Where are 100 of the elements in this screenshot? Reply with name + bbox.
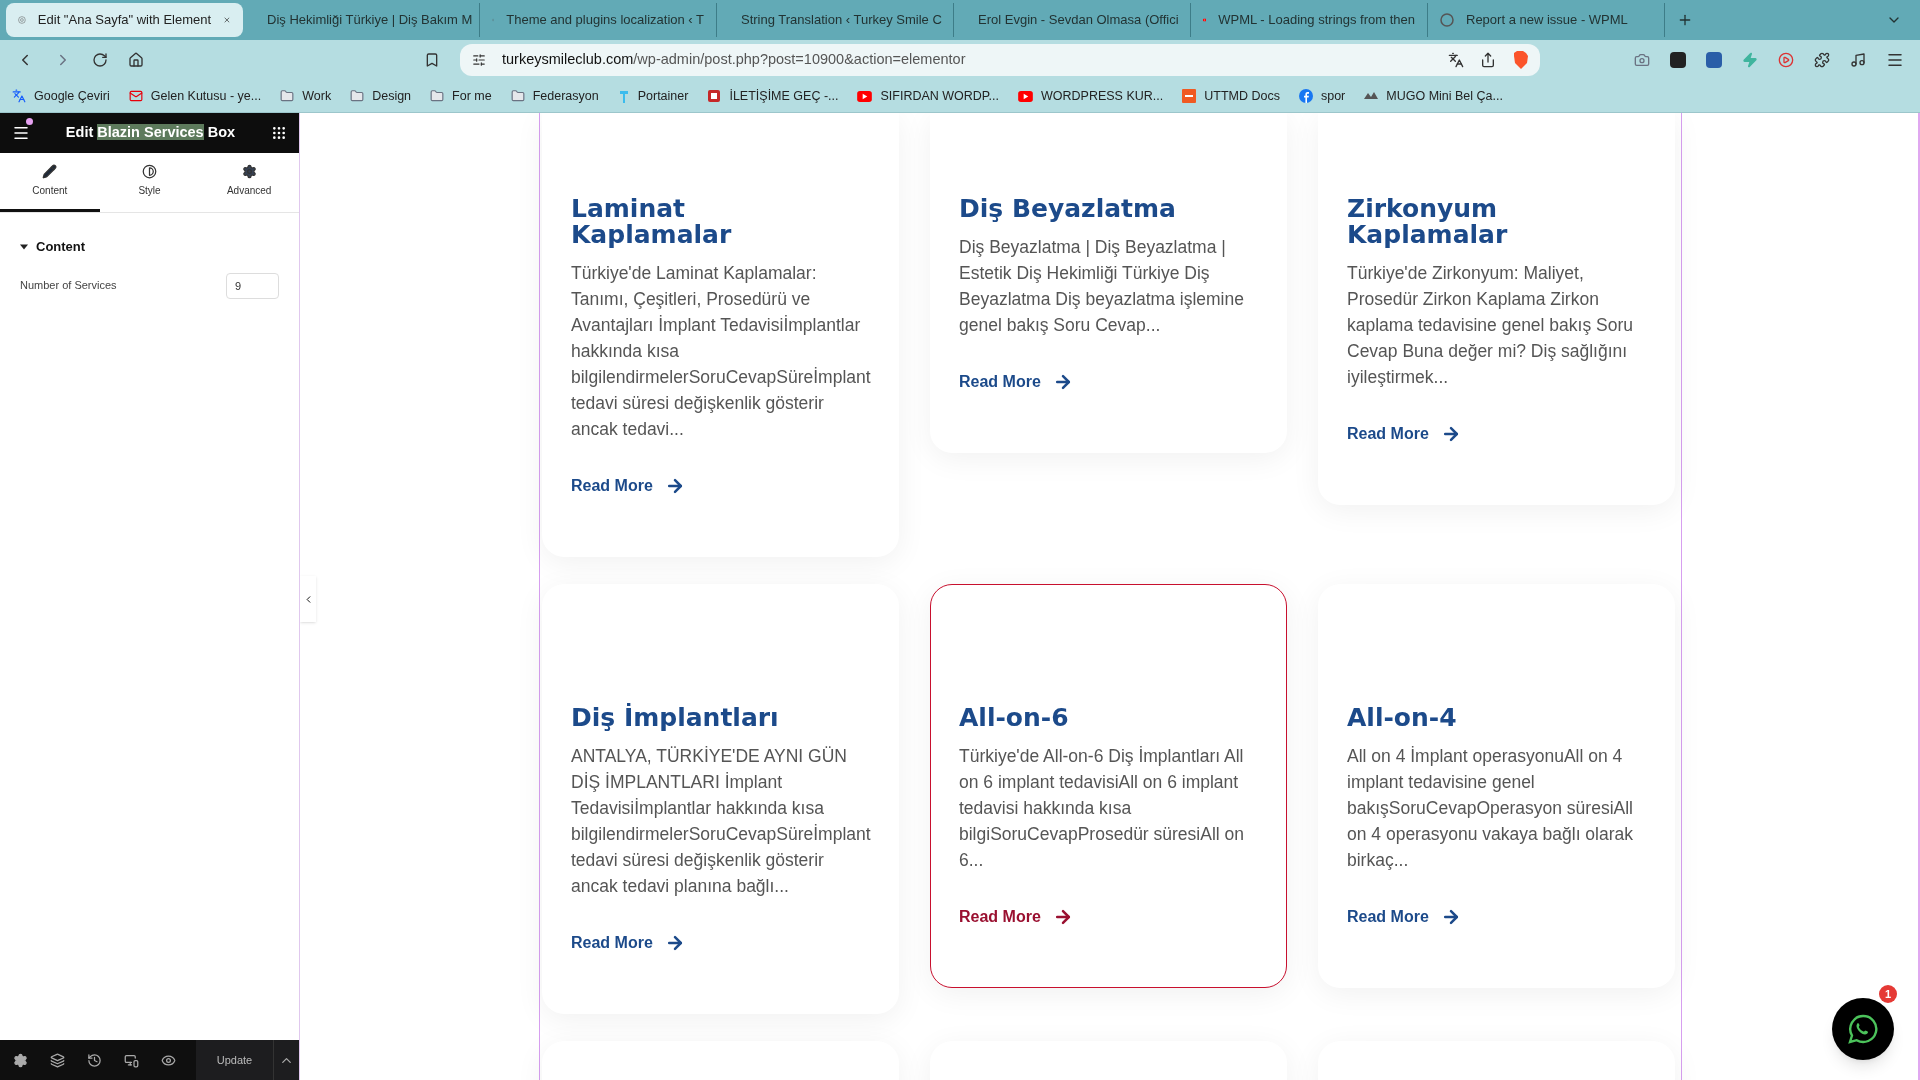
bookmark-icon[interactable] xyxy=(424,52,440,68)
card-description: Diş Beyazlatma | Diş Beyazlatma | Estetik Diş Hekimliği Türkiye Diş Beyazlatma Diş beyazlatma işlemine genel bakış Soru Cevap... xyxy=(959,236,1245,337)
bookmark-label: Google Çeviri xyxy=(34,87,110,105)
site-settings-icon[interactable] xyxy=(472,53,486,67)
folder-icon xyxy=(350,89,365,103)
home-icon[interactable] xyxy=(128,52,144,68)
mail-icon xyxy=(128,89,143,103)
play-icon[interactable] xyxy=(1778,52,1794,68)
document-icon xyxy=(1182,89,1197,103)
browser-tab[interactable]: Erol Evgin - Sevdan Olmasa (Offici xyxy=(954,3,1191,37)
caret-icon xyxy=(20,242,28,251)
card-title: All-on-4 xyxy=(1347,705,1458,731)
layers-icon[interactable] xyxy=(50,1052,65,1068)
translate-icon xyxy=(12,89,26,103)
bookmark-label: SIFIRDAN WORDP... xyxy=(880,87,999,105)
share-icon[interactable] xyxy=(1480,52,1496,68)
new-tab-icon[interactable] xyxy=(1677,12,1693,28)
bookmark-item[interactable]: UTTMD Docs xyxy=(1182,86,1280,106)
bookmark-label: WORDPRESS KUR... xyxy=(1041,87,1164,105)
bookmark-label: MUGO Mini Bel Ça... xyxy=(1386,87,1503,105)
bookmark-item[interactable]: MUGO Mini Bel Ça... xyxy=(1364,86,1503,106)
read-more-link[interactable]: Read More xyxy=(571,474,685,498)
card-description: Türkiye'de All-on-6 Diş İmplantları All on 6 implant tedavisiAll on 6 implant tedavisi hakkında kısa bilgiSoruCevapProsedür süresiAll on 6... xyxy=(959,745,1245,872)
card-title: Diş Beyazlatma xyxy=(959,196,1177,222)
bookmark-item[interactable]: Design xyxy=(350,86,412,106)
translate-icon[interactable] xyxy=(1448,52,1464,68)
responsive-icon[interactable] xyxy=(124,1052,139,1068)
bookmark-label: UTTMD Docs xyxy=(1204,87,1280,105)
read-more-link[interactable]: Read More xyxy=(959,370,1073,394)
bookmark-label: İLETİŞİME GEÇ -... xyxy=(729,87,839,105)
video-icon xyxy=(1018,90,1033,102)
read-more-link[interactable]: Read More xyxy=(571,931,685,955)
tab-title: Report a new issue - WPML xyxy=(1466,11,1629,30)
panel-title: Edit Blazin Services Box xyxy=(64,123,237,143)
pencil-icon xyxy=(42,164,58,179)
bookmark-item[interactable]: WORDPRESS KUR... xyxy=(1018,86,1164,106)
card-description: Türkiye'de Zirkonyum: Maliyet, Prosedür Zirkon Kaplama Zirkon kaplama tedavisine genel bakış Soru Cevap Buna değer mi? Diş sağlığını iyileştirmek... xyxy=(1347,262,1634,389)
update-button[interactable]: Update xyxy=(196,1040,273,1080)
settings-icon xyxy=(241,164,257,179)
bookmark-item[interactable]: Gelen Kutusu - ye... xyxy=(128,86,262,106)
browser-tab[interactable]: String Translation ‹ Turkey Smile C xyxy=(717,3,954,37)
app-icon xyxy=(707,89,722,103)
read-more-link[interactable]: Read More xyxy=(1347,422,1461,446)
camera-icon[interactable] xyxy=(1634,52,1650,68)
bookmark-item[interactable]: İLETİŞİME GEÇ -... xyxy=(707,86,839,106)
menu-icon[interactable] xyxy=(1886,51,1904,69)
bookmark-item[interactable]: Portainer xyxy=(617,86,689,106)
editor-tab[interactable]: Advanced xyxy=(199,153,299,212)
url-text: turkeysmileclub.com/wp-admin/post.php?post=10900&action=elementor xyxy=(502,50,967,70)
folder-icon xyxy=(280,89,295,103)
notification-badge: 1 xyxy=(1879,985,1897,1003)
card-title: Diş İmplantları xyxy=(571,705,780,731)
settings-icon[interactable] xyxy=(13,1052,28,1068)
browser-tab[interactable]: WPML - Loading strings from then xyxy=(1191,3,1428,37)
section-header[interactable]: Content xyxy=(20,237,279,257)
read-more-link[interactable]: Read More xyxy=(1347,905,1461,929)
apps-grid-icon[interactable] xyxy=(271,125,287,141)
tab-title: Erol Evgin - Sevdan Olmasa (Offici xyxy=(978,11,1179,30)
tab-title: Diş Hekimliği Türkiye | Diş Bakım M xyxy=(267,11,473,30)
browser-tab[interactable]: Diş Hekimliği Türkiye | Diş Bakım M xyxy=(243,3,480,37)
logo-icon xyxy=(18,13,26,27)
bookmark-label: Gelen Kutusu - ye... xyxy=(150,87,262,105)
video-icon xyxy=(857,90,873,102)
bookmark-item[interactable]: Federasyon xyxy=(510,86,599,106)
tab-title: String Translation ‹ Turkey Smile C xyxy=(741,11,942,30)
music-icon[interactable] xyxy=(1850,52,1866,68)
bookmark-item[interactable]: Work xyxy=(280,86,332,106)
editor-tab[interactable]: Style xyxy=(99,153,200,212)
reload-icon[interactable] xyxy=(92,52,108,68)
history-icon[interactable] xyxy=(87,1052,102,1068)
bookmark-label: Federasyon xyxy=(532,87,599,105)
puzzle-icon[interactable] xyxy=(1814,52,1830,68)
tab-title: Theme and plugins localization ‹ T xyxy=(506,11,704,30)
preview-icon[interactable] xyxy=(161,1052,176,1068)
bookmark-item[interactable]: spor xyxy=(1298,86,1346,106)
chat-icon xyxy=(1847,1013,1879,1045)
bookmark-item[interactable]: For me xyxy=(430,86,492,106)
folder-icon xyxy=(430,89,445,103)
browser-tab[interactable]: Edit "Ana Sayfa" with Element xyxy=(6,3,243,37)
field-label: Number of Services xyxy=(20,278,117,294)
read-more-link[interactable]: Read More xyxy=(959,905,1073,929)
bookmark-label: For me xyxy=(452,87,492,105)
browser-tab[interactable]: Theme and plugins localization ‹ T xyxy=(480,3,717,37)
card-title: Zirkonyum Kaplamalar xyxy=(1347,196,1509,248)
bookmark-label: spor xyxy=(1320,87,1346,105)
number-field[interactable]: 9 xyxy=(226,272,279,299)
card-title: All-on-6 xyxy=(959,705,1070,731)
section-title: Content xyxy=(36,238,86,256)
bookmark-label: Portainer xyxy=(637,87,689,105)
bookmark-item[interactable]: SIFIRDAN WORDP... xyxy=(857,86,999,106)
chat-button[interactable] xyxy=(1832,998,1894,1060)
browser-tab[interactable]: Report a new issue - WPML xyxy=(1428,3,1665,37)
globe-icon xyxy=(1440,13,1454,27)
menu-icon[interactable] xyxy=(12,124,30,142)
card-title: Laminat Kaplamalar xyxy=(571,196,733,248)
bookmark-label: Design xyxy=(372,87,412,105)
editor-tab[interactable]: Content xyxy=(0,153,100,212)
address-bar[interactable]: turkeysmileclub.com/wp-admin/post.php?post=10900&action=elementor xyxy=(460,44,1540,76)
card-description: Türkiye'de Laminat Kaplamalar: Tanımı, Çeşitleri, Prosedürü ve Avantajları İmplant Tedavisiİmplantlar hakkında kısa bilgilendirmelerSoruCevapSüreİmplant tedavi süresi değişkenlik gösterir ancak tedavi... xyxy=(571,262,870,441)
bookmark-item[interactable]: Google Çeviri xyxy=(12,86,110,106)
